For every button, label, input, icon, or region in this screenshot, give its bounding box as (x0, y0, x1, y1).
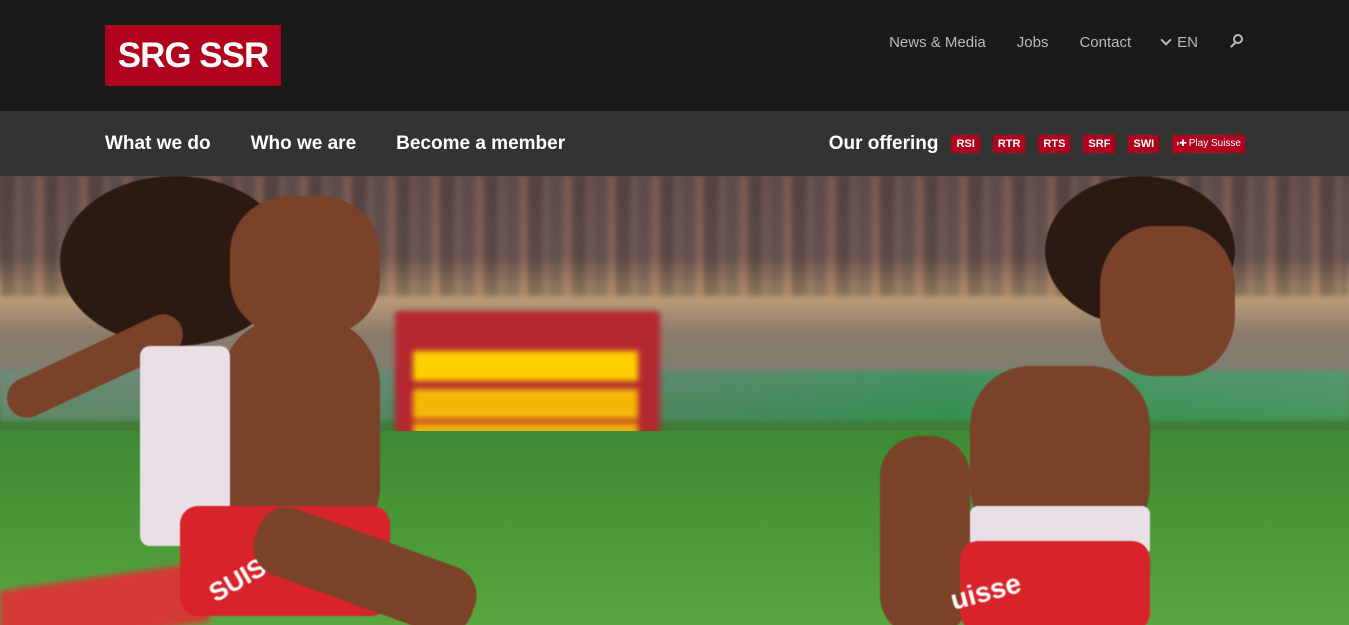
badge-rtr[interactable]: RTR (992, 134, 1026, 153)
srg-ssr-logo[interactable]: SRG SSR (105, 25, 281, 86)
search-icon[interactable] (1229, 33, 1245, 51)
nav-who-we-are[interactable]: Who we are (251, 133, 357, 155)
nav-jobs[interactable]: Jobs (1017, 34, 1049, 51)
offering-nav: Our offering RSI RTR RTS SRF SWI ›✚ Play… (829, 111, 1245, 176)
badge-play-suisse[interactable]: ›✚ Play Suisse (1172, 134, 1245, 153)
offering-label: Our offering (828, 132, 939, 154)
top-header: SRG SSR News & Media Jobs Contact EN (0, 0, 1349, 111)
language-label: EN (1177, 33, 1198, 51)
hero-image: SUISSE uisse (0, 176, 1349, 625)
badge-srf[interactable]: SRF (1083, 134, 1116, 153)
badge-swi[interactable]: SWI (1128, 134, 1160, 153)
athlete-right: uisse (880, 176, 1349, 625)
main-nav: What we do Who we are Become a member Ou… (0, 111, 1349, 176)
nav-become-a-member[interactable]: Become a member (396, 133, 565, 155)
badge-rsi[interactable]: RSI (951, 134, 980, 153)
nav-news-media[interactable]: News & Media (889, 34, 986, 51)
chevron-down-icon (1160, 33, 1172, 46)
nav-what-we-do[interactable]: What we do (105, 133, 211, 155)
athlete-left: SUISSE (0, 176, 486, 625)
nav-contact[interactable]: Contact (1079, 34, 1131, 51)
utility-nav: News & Media Jobs Contact EN (889, 33, 1245, 51)
badge-rts[interactable]: RTS (1038, 134, 1071, 153)
language-selector[interactable]: EN (1160, 33, 1198, 51)
play-suisse-label: Play Suisse (1188, 138, 1241, 149)
primary-nav: What we do Who we are Become a member (105, 111, 605, 176)
play-suisse-icon: ›✚ (1176, 138, 1187, 148)
